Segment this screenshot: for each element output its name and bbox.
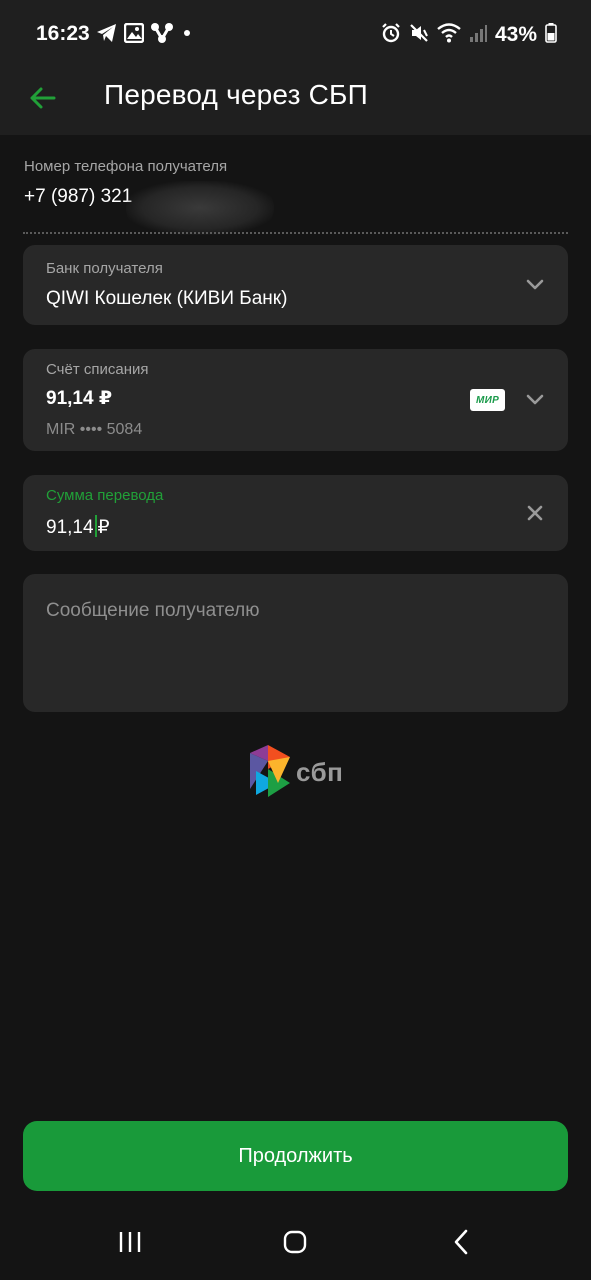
account-card-number: MIR •••• 5084: [46, 421, 143, 438]
chevron-down-icon[interactable]: [522, 387, 548, 413]
sbp-logo: сбп: [248, 744, 343, 800]
account-balance: 91,14 ₽: [46, 388, 113, 409]
bank-label: Банк получателя: [46, 260, 163, 277]
text-cursor: [94, 515, 97, 537]
home-button[interactable]: [270, 1222, 320, 1266]
amount-label: Сумма перевода: [46, 487, 164, 504]
status-bar: 16:23 43%: [0, 0, 591, 70]
home-icon: [283, 1230, 307, 1259]
top-app-bar: Перевод через СБП: [0, 70, 591, 135]
phone-value[interactable]: +7 (987) 321: [24, 186, 132, 208]
status-time: 16:23: [36, 22, 90, 45]
amount-field[interactable]: Сумма перевода 91,14 ₽: [23, 475, 568, 551]
arrow-left-icon: [28, 86, 56, 115]
mute-icon: [409, 23, 429, 48]
amount-currency: ₽: [97, 517, 110, 538]
battery-percent: 43%: [494, 23, 537, 46]
recent-apps-icon: [118, 1231, 142, 1258]
battery-icon: [545, 22, 557, 48]
amount-value: 91,14: [46, 517, 94, 538]
message-placeholder: Сообщение получателю: [46, 600, 260, 621]
system-back-button[interactable]: [436, 1222, 486, 1266]
account-select[interactable]: Счёт списания 91,14 ₽ MIR •••• 5084 МИР: [23, 349, 568, 451]
phone-underline: [23, 232, 568, 234]
chevron-left-icon: [453, 1229, 469, 1260]
status-left-icons: [96, 22, 194, 48]
amount-input[interactable]: 91,14 ₽: [46, 515, 110, 539]
status-right-icons: 43%: [381, 22, 557, 48]
continue-button[interactable]: Продолжить: [23, 1121, 568, 1191]
sbp-logo-text: сбп: [296, 756, 344, 787]
message-field[interactable]: Сообщение получателю: [23, 574, 568, 712]
page-title: Перевод через СБП: [104, 79, 368, 110]
gallery-icon: [123, 22, 145, 48]
chevron-down-icon[interactable]: [522, 272, 548, 298]
redacted-blur: [126, 181, 274, 235]
app-icon: [150, 22, 174, 49]
back-button[interactable]: [20, 78, 64, 122]
account-label: Счёт списания: [46, 361, 149, 378]
sbp-logo-icon: [248, 743, 292, 802]
wifi-icon: [437, 22, 461, 48]
recent-apps-button[interactable]: [105, 1222, 155, 1266]
bank-select[interactable]: Банк получателя QIWI Кошелек (КИВИ Банк): [23, 245, 568, 325]
signal-icon: [469, 23, 487, 48]
system-nav-bar: [0, 1208, 591, 1280]
mir-logo-icon: МИР: [470, 389, 505, 411]
dot-icon: [180, 26, 194, 45]
phone-label: Номер телефона получателя: [24, 158, 228, 175]
alarm-icon: [381, 22, 401, 48]
clear-icon[interactable]: [522, 500, 548, 526]
telegram-icon: [96, 23, 118, 48]
mir-logo-text: МИР: [475, 394, 500, 406]
bank-value: QIWI Кошелек (КИВИ Банк): [46, 288, 288, 309]
